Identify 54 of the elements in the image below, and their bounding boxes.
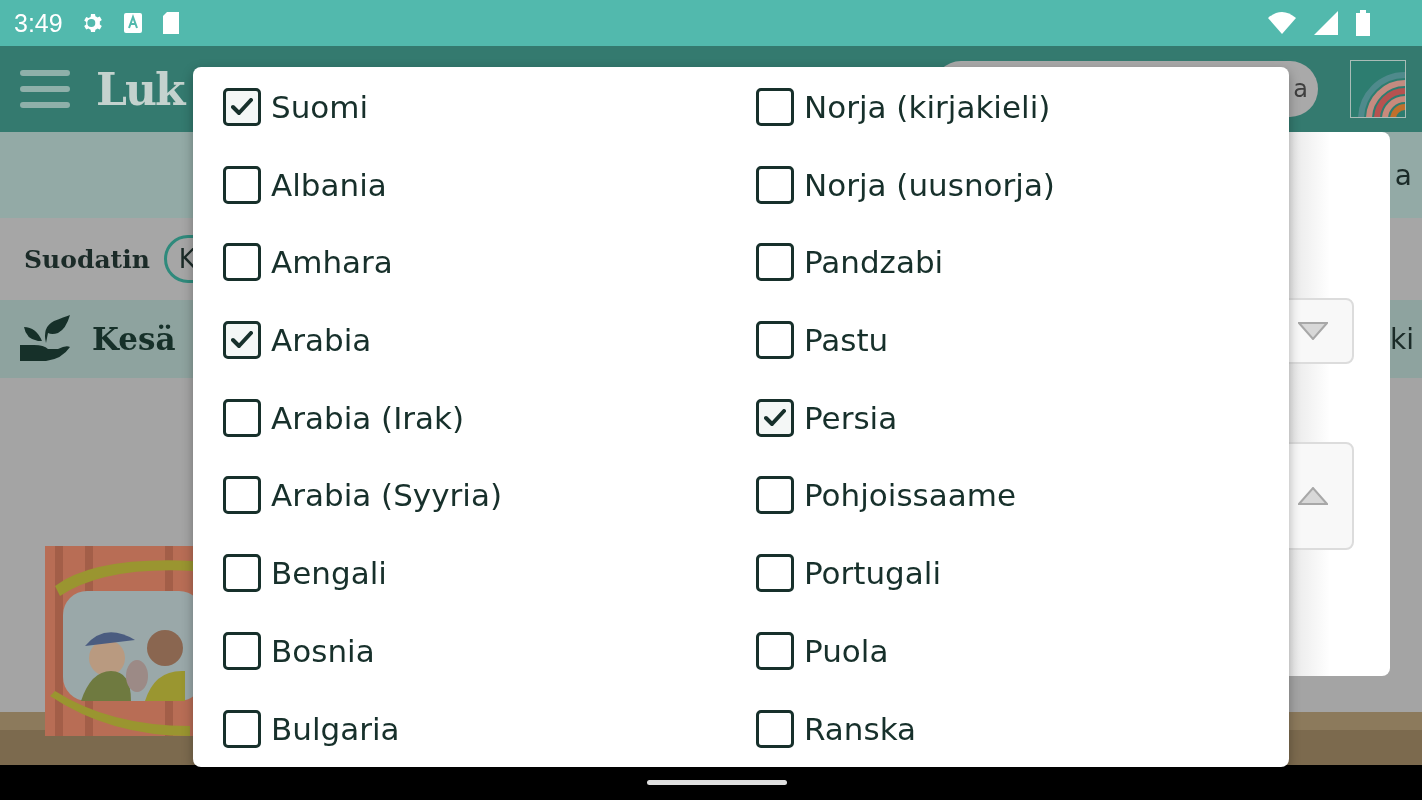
language-label: Arabia (Syyria) [271,476,502,515]
language-label: Puola [804,631,889,670]
sd-card-icon [160,11,181,35]
checkbox[interactable] [756,88,794,126]
checkbox[interactable] [223,243,261,282]
filter-label: Suodatin [24,244,150,274]
checkbox[interactable] [223,321,261,360]
language-label: Pohjoissaame [804,476,1016,515]
wifi-icon [1268,12,1296,34]
font-icon [122,12,143,34]
language-label: Arabia [271,321,372,360]
language-label: Ranska [804,709,917,748]
info-text: a [1394,158,1412,192]
checkbox[interactable] [756,554,794,593]
language-label: Bengali [271,554,387,593]
language-label: Albania [271,165,387,204]
checkbox[interactable] [223,88,261,126]
language-label: Bulgaria [271,709,400,748]
up-triangle-icon [1298,487,1328,505]
app-logo: Luk [96,63,184,115]
language-label: Suomi [271,88,369,126]
checkbox[interactable] [223,631,261,670]
checkbox[interactable] [756,321,794,360]
checkbox[interactable] [756,476,794,515]
checkbox[interactable] [223,554,261,593]
plant-in-hand-icon [18,315,72,363]
checkbox[interactable] [756,631,794,670]
clock: 3:49 [14,8,63,38]
signal-icon [1314,11,1338,35]
language-label: Portugali [804,554,941,593]
checkbox[interactable] [223,165,261,204]
checkbox[interactable] [756,709,794,748]
language-label: Norja (uusnorja) [804,165,1055,204]
language-label: Persia [804,398,898,437]
checkbox[interactable] [756,243,794,282]
language-label: Bosnia [271,631,375,670]
battery-icon [1356,10,1370,36]
down-triangle-icon [1298,322,1328,340]
language-label: Amhara [271,243,393,282]
checkbox[interactable] [756,165,794,204]
language-label: Pandzabi [804,243,944,282]
checkbox[interactable] [223,709,261,748]
checkmark-icon [231,98,253,116]
category-title: Kesä [92,321,176,357]
checkbox[interactable] [756,398,794,437]
checkmark-icon [764,408,786,427]
language-label: Pastu [804,321,889,360]
home-handle[interactable] [647,780,787,785]
checkbox[interactable] [223,476,261,515]
checkmark-icon [231,331,253,350]
category-link[interactable]: ki [1390,322,1414,356]
checkbox[interactable] [223,398,261,437]
language-label: Arabia (Irak) [271,398,465,437]
language-label: Norja (kirjakieli) [804,88,1051,126]
